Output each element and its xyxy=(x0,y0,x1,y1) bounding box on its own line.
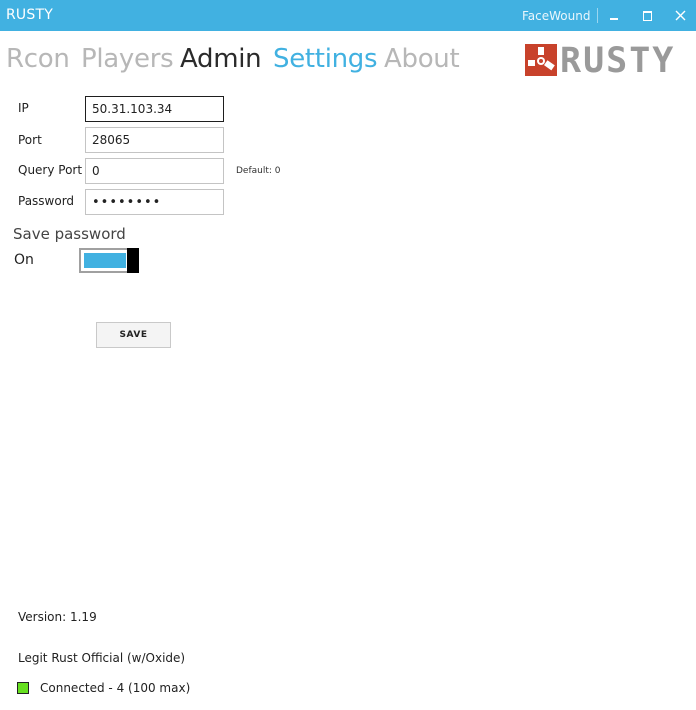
title-bar: RUSTY FaceWound xyxy=(0,0,696,31)
ip-field[interactable] xyxy=(85,96,224,122)
save-password-label: Save password xyxy=(13,225,126,243)
minimize-button[interactable] xyxy=(604,6,624,26)
close-button[interactable] xyxy=(671,6,691,26)
rusty-logo-icon xyxy=(525,44,557,76)
title-bar-divider xyxy=(597,8,598,23)
tab-settings[interactable]: Settings xyxy=(273,44,378,74)
password-field[interactable] xyxy=(85,189,224,215)
save-password-state: On xyxy=(14,252,34,268)
version-text: Version: 1.19 xyxy=(18,610,97,624)
port-label: Port xyxy=(18,133,42,147)
tab-about[interactable]: About xyxy=(384,44,460,74)
server-name: Legit Rust Official (w/Oxide) xyxy=(18,651,186,665)
minimize-icon xyxy=(610,18,618,20)
query-port-label: Query Port xyxy=(18,163,83,177)
tab-rcon[interactable]: Rcon xyxy=(6,44,70,74)
port-field[interactable] xyxy=(85,127,224,153)
connection-status: Connected - 4 (100 max) xyxy=(40,681,191,695)
tab-admin[interactable]: Admin xyxy=(180,44,262,74)
maximize-button[interactable] xyxy=(637,6,657,26)
window-title: RUSTY xyxy=(6,7,53,23)
maximize-icon xyxy=(643,11,652,21)
save-password-toggle[interactable] xyxy=(79,248,139,273)
rusty-logo: RUSTY xyxy=(525,41,687,81)
user-name[interactable]: FaceWound xyxy=(522,9,590,23)
ip-label: IP xyxy=(18,101,29,115)
logo-text: RUSTY xyxy=(560,41,676,81)
tab-players[interactable]: Players xyxy=(81,44,174,74)
toggle-thumb[interactable] xyxy=(127,248,139,273)
query-port-field[interactable] xyxy=(85,158,224,184)
save-button[interactable]: SAVE xyxy=(96,322,171,348)
toggle-fill xyxy=(84,253,126,268)
query-port-hint: Default: 0 xyxy=(236,166,281,176)
close-icon xyxy=(675,10,686,21)
password-label: Password xyxy=(18,194,75,208)
connection-status-indicator xyxy=(17,682,29,694)
